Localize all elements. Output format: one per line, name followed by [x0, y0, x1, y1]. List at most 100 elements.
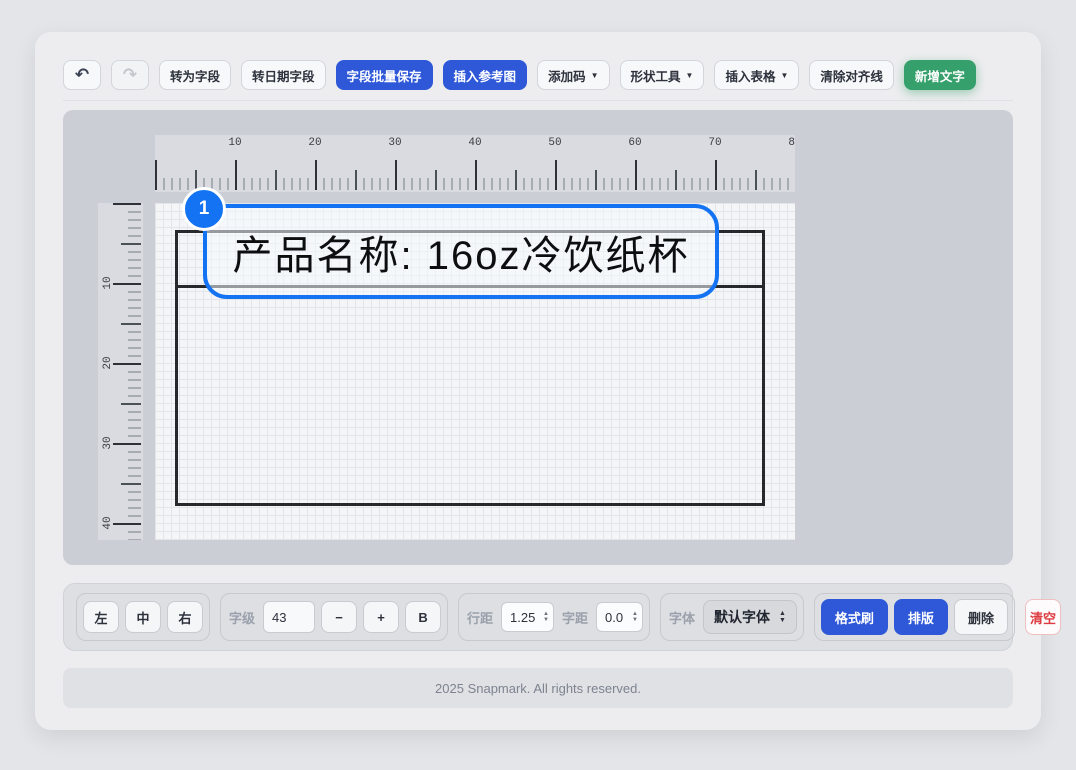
- ruler-tick: [128, 451, 141, 453]
- ruler-tick: [128, 355, 141, 357]
- ruler-tick: [587, 178, 589, 190]
- ruler-tick: [128, 379, 141, 381]
- convert-field-button[interactable]: 转为字段: [159, 60, 231, 90]
- align-center-button[interactable]: 中: [125, 601, 161, 633]
- batch-save-fields-button[interactable]: 字段批量保存: [336, 60, 433, 90]
- selection-badge: 1: [182, 187, 226, 231]
- top-toolbar: ↶ ↷ 转为字段 转日期字段 字段批量保存 插入参考图 添加码 ▼ 形状工具 ▼…: [63, 60, 976, 90]
- ruler-tick: [459, 178, 461, 190]
- align-left-button[interactable]: 左: [83, 601, 119, 633]
- ruler-tick: [723, 178, 725, 190]
- product-name-text[interactable]: 产品名称: 16oz冷饮纸杯: [233, 223, 690, 281]
- font-size-decrease-button[interactable]: −: [321, 601, 357, 633]
- ruler-label: 30: [388, 137, 401, 149]
- ruler-tick: [699, 178, 701, 190]
- ruler-tick: [539, 178, 541, 190]
- font-size-increase-button[interactable]: +: [363, 601, 399, 633]
- ruler-tick: [507, 178, 509, 190]
- ruler-tick: [128, 251, 141, 253]
- ruler-tick: [691, 178, 693, 190]
- letter-spacing-stepper[interactable]: ▲ ▼: [596, 602, 643, 632]
- bottom-toolbar: 左 中 右 字级 − + B 行距 ▲ ▼ 字距 ▲: [63, 583, 1013, 651]
- stepper-down-icon[interactable]: ▼: [632, 617, 638, 623]
- redo-button[interactable]: ↷: [111, 60, 149, 90]
- ruler-label: 20: [102, 356, 114, 369]
- delete-button[interactable]: 删除: [954, 599, 1008, 635]
- clear-guides-button[interactable]: 清除对齐线: [809, 60, 894, 90]
- shape-tools-dropdown[interactable]: 形状工具 ▼: [620, 60, 705, 90]
- design-canvas[interactable]: 产品名称: 16oz冷饮纸杯 1: [155, 203, 795, 540]
- letter-spacing-input[interactable]: [605, 610, 629, 625]
- stepper-arrows-icon[interactable]: ▲ ▼: [632, 611, 638, 623]
- ruler-tick: [128, 235, 141, 237]
- ruler-tick: [651, 178, 653, 190]
- ruler-tick: [128, 331, 141, 333]
- line-spacing-input[interactable]: [510, 610, 540, 625]
- ruler-tick: [259, 178, 261, 190]
- clear-all-button[interactable]: 清空: [1025, 599, 1061, 635]
- ruler-tick: [363, 178, 365, 190]
- shape-tools-label: 形状工具: [631, 66, 681, 85]
- typeset-button[interactable]: 排版: [894, 599, 948, 635]
- ruler-label: 50: [548, 137, 561, 149]
- convert-date-field-button[interactable]: 转日期字段: [241, 60, 326, 90]
- font-size-group: 字级 − + B: [220, 593, 448, 641]
- insert-reference-button[interactable]: 插入参考图: [443, 60, 528, 90]
- font-size-input[interactable]: [263, 601, 315, 633]
- spacing-group: 行距 ▲ ▼ 字距 ▲ ▼: [458, 593, 650, 641]
- ruler-label: 60: [628, 137, 641, 149]
- ruler-tick: [555, 160, 557, 190]
- add-text-button[interactable]: 新增文字: [904, 60, 976, 90]
- ruler-tick: [643, 178, 645, 190]
- clear-guides-label: 清除对齐线: [820, 66, 883, 85]
- ruler-tick: [483, 178, 485, 190]
- batch-save-fields-label: 字段批量保存: [347, 66, 422, 85]
- ruler-label: 70: [708, 137, 721, 149]
- ruler-tick: [275, 170, 277, 190]
- align-right-button[interactable]: 右: [167, 601, 203, 633]
- ruler-tick: [128, 227, 141, 229]
- chevron-down-icon: ▼: [780, 72, 788, 80]
- ruler-tick: [611, 178, 613, 190]
- ruler-tick: [675, 170, 677, 190]
- ruler-tick: [113, 203, 141, 205]
- canvas-panel: 1020304050607080 10203040 产品名称: 16oz冷饮纸杯…: [63, 110, 1013, 565]
- ruler-tick: [171, 178, 173, 190]
- ruler-tick: [128, 259, 141, 261]
- ruler-tick: [419, 178, 421, 190]
- selected-text-element[interactable]: 产品名称: 16oz冷饮纸杯: [203, 204, 719, 299]
- ruler-tick: [667, 178, 669, 190]
- ruler-tick: [128, 291, 141, 293]
- align-group: 左 中 右: [76, 593, 210, 641]
- font-family-value: 默认字体: [714, 607, 770, 627]
- ruler-tick: [128, 491, 141, 493]
- format-painter-button[interactable]: 格式刷: [821, 599, 888, 635]
- ruler-tick: [499, 178, 501, 190]
- insert-reference-label: 插入参考图: [454, 66, 517, 85]
- ruler-tick: [403, 178, 405, 190]
- ruler-tick: [128, 531, 141, 533]
- ruler-tick: [128, 219, 141, 221]
- redo-icon: ↷: [123, 65, 137, 85]
- ruler-tick: [339, 178, 341, 190]
- ruler-tick: [395, 160, 397, 190]
- add-code-dropdown[interactable]: 添加码 ▼: [537, 60, 609, 90]
- ruler-tick: [128, 435, 141, 437]
- font-family-select[interactable]: 默认字体 ▲ ▼: [703, 600, 797, 634]
- ruler-tick: [163, 178, 165, 190]
- bold-button[interactable]: B: [405, 601, 441, 633]
- ruler-tick: [707, 178, 709, 190]
- ruler-tick: [579, 178, 581, 190]
- ruler-tick: [291, 178, 293, 190]
- ruler-tick: [531, 178, 533, 190]
- undo-button[interactable]: ↶: [63, 60, 101, 90]
- stepper-down-icon[interactable]: ▼: [543, 617, 549, 623]
- font-size-label: 字级: [227, 608, 257, 627]
- insert-table-label: 插入表格: [725, 66, 775, 85]
- stepper-arrows-icon[interactable]: ▲ ▼: [543, 611, 549, 623]
- insert-table-dropdown[interactable]: 插入表格 ▼: [714, 60, 799, 90]
- ruler-tick: [515, 170, 517, 190]
- line-spacing-stepper[interactable]: ▲ ▼: [501, 602, 554, 632]
- ruler-tick: [128, 467, 141, 469]
- letter-spacing-label: 字距: [560, 608, 590, 627]
